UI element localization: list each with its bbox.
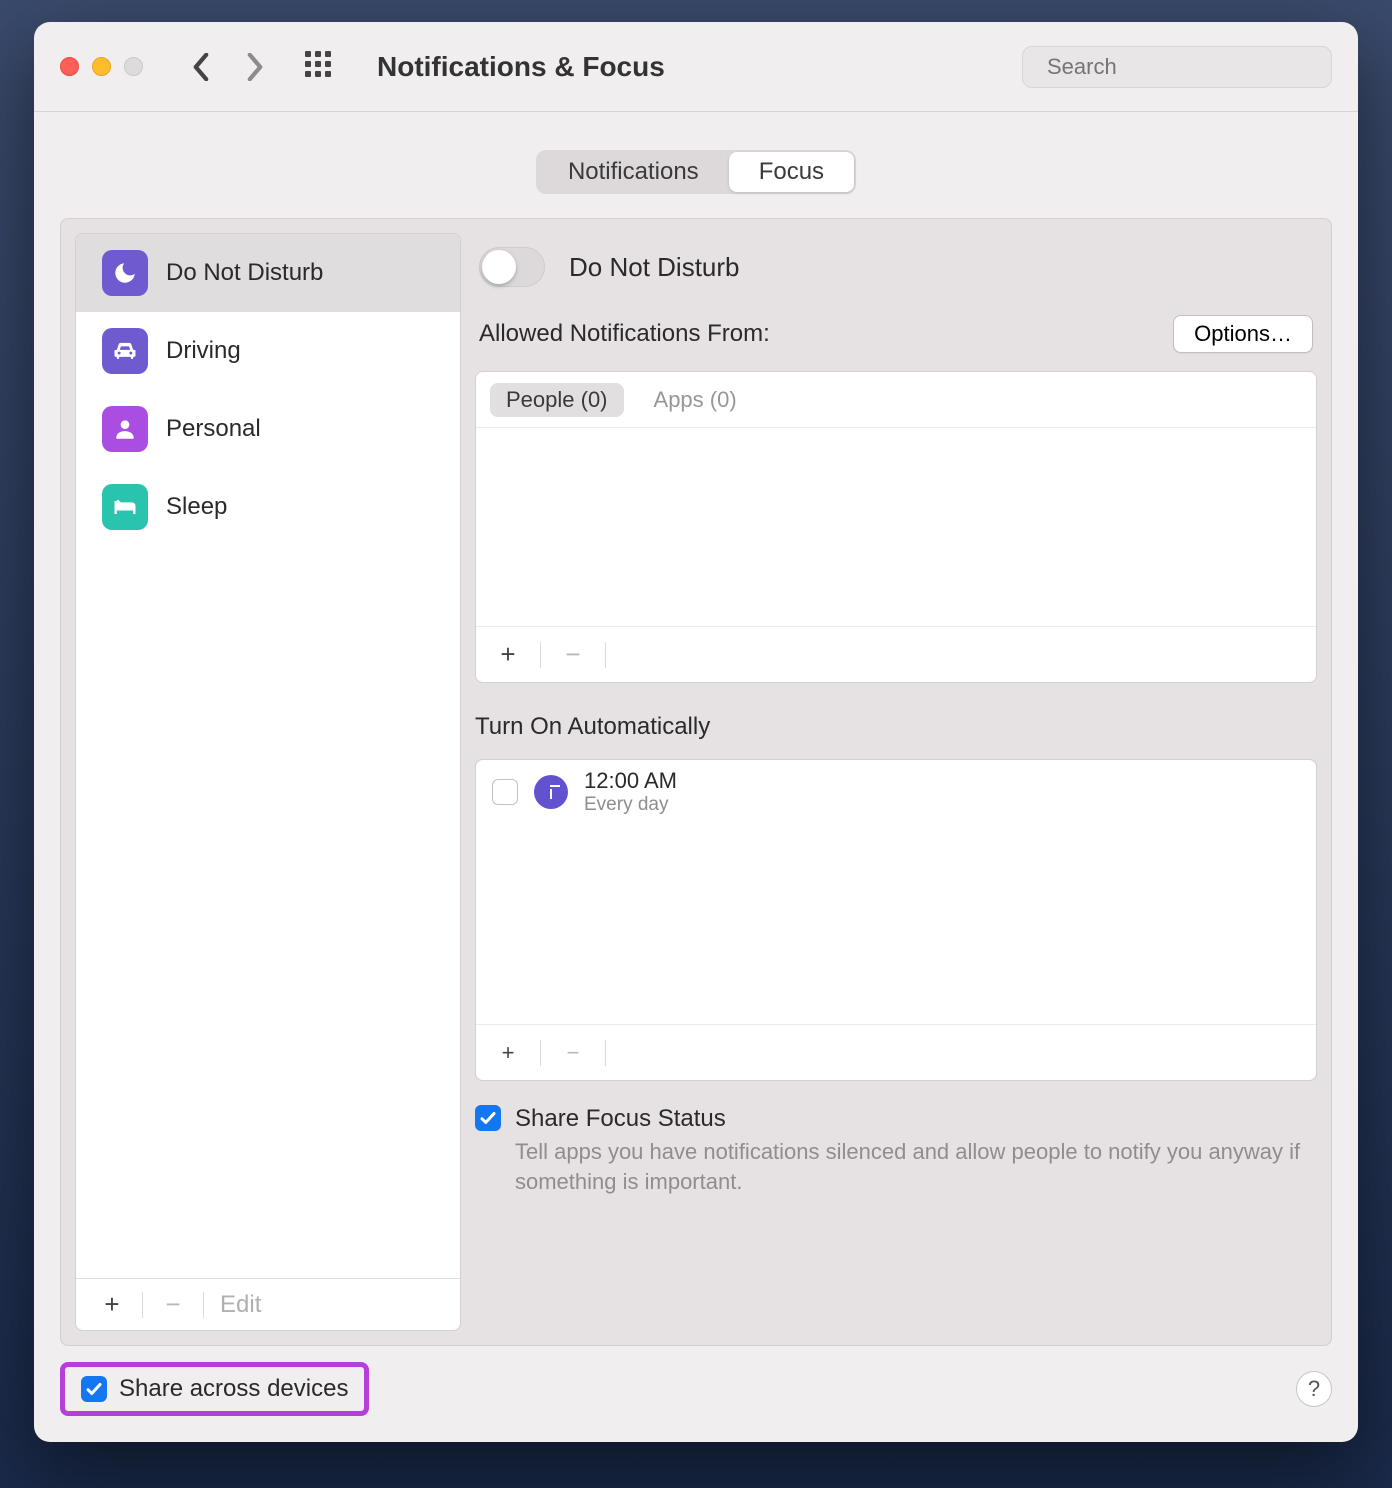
titlebar: Notifications & Focus	[34, 22, 1358, 112]
share-focus-status-checkbox[interactable]	[475, 1105, 501, 1131]
filter-tab-apps[interactable]: Apps (0)	[638, 383, 753, 417]
allowed-list-body	[476, 428, 1316, 626]
share-across-devices-checkbox[interactable]	[81, 1376, 107, 1402]
person-icon	[102, 406, 148, 452]
focus-mode-list: Do Not Disturb Driving Personal	[76, 234, 460, 1278]
help-icon: ?	[1308, 1376, 1320, 1402]
allowed-filter-tabs: People (0) Apps (0)	[476, 372, 1316, 428]
divider	[540, 1040, 541, 1066]
remove-focus-button[interactable]: −	[159, 1289, 187, 1320]
divider	[203, 1292, 204, 1318]
window-controls	[60, 57, 143, 76]
auto-schedule-checkbox[interactable]	[492, 779, 518, 805]
allowed-listbox: People (0) Apps (0) + −	[475, 371, 1317, 683]
focus-sidebar: Do Not Disturb Driving Personal	[75, 233, 461, 1331]
sidebar-item-label: Personal	[166, 415, 261, 443]
allowed-label: Allowed Notifications From:	[479, 320, 770, 348]
car-icon	[102, 328, 148, 374]
remove-schedule-button[interactable]: −	[559, 1040, 587, 1066]
filter-tab-people[interactable]: People (0)	[490, 383, 624, 417]
bottom-row: Share across devices ?	[60, 1362, 1332, 1416]
focus-detail: Do Not Disturb Allowed Notifications Fro…	[475, 233, 1317, 1331]
sidebar-item-label: Sleep	[166, 493, 227, 521]
remove-allowed-button[interactable]: −	[559, 639, 587, 670]
content: Notifications Focus Do Not Disturb	[34, 112, 1358, 1442]
help-button[interactable]: ?	[1296, 1371, 1332, 1407]
sidebar-item-dnd[interactable]: Do Not Disturb	[76, 234, 460, 312]
divider	[605, 1040, 606, 1066]
tab-notifications[interactable]: Notifications	[538, 152, 729, 192]
add-allowed-button[interactable]: +	[494, 639, 522, 670]
auto-time: 12:00 AM	[584, 768, 677, 794]
sidebar-item-label: Driving	[166, 337, 241, 365]
minimize-window-button[interactable]	[92, 57, 111, 76]
focus-pane: Do Not Disturb Driving Personal	[60, 218, 1332, 1346]
detail-title: Do Not Disturb	[569, 252, 740, 283]
nav-arrows	[185, 51, 271, 83]
share-focus-status-row: Share Focus Status Tell apps you have no…	[475, 1099, 1317, 1196]
divider	[142, 1292, 143, 1318]
check-icon	[479, 1109, 497, 1127]
back-button[interactable]	[185, 51, 217, 83]
allowed-header-row: Allowed Notifications From: Options…	[475, 315, 1317, 353]
auto-section-label: Turn On Automatically	[475, 713, 1317, 741]
forward-button[interactable]	[239, 51, 271, 83]
check-icon	[85, 1380, 103, 1398]
auto-listbox: 12:00 AM Every day + −	[475, 759, 1317, 1081]
sidebar-item-sleep[interactable]: Sleep	[76, 468, 460, 546]
sidebar-item-driving[interactable]: Driving	[76, 312, 460, 390]
bed-icon	[102, 484, 148, 530]
share-focus-status-title: Share Focus Status	[515, 1105, 1317, 1133]
edit-focus-button[interactable]: Edit	[220, 1291, 261, 1319]
sidebar-item-personal[interactable]: Personal	[76, 390, 460, 468]
auto-schedule-text: 12:00 AM Every day	[584, 768, 677, 816]
sidebar-footer: + − Edit	[76, 1278, 460, 1330]
share-across-devices-label: Share across devices	[119, 1375, 348, 1403]
close-window-button[interactable]	[60, 57, 79, 76]
dnd-toggle-row: Do Not Disturb	[475, 233, 1317, 287]
toggle-knob	[482, 250, 516, 284]
moon-icon	[102, 250, 148, 296]
divider	[605, 642, 606, 668]
auto-list-body	[476, 824, 1316, 1024]
add-focus-button[interactable]: +	[98, 1289, 126, 1320]
allowed-list-footer: + −	[476, 626, 1316, 682]
share-focus-status-text: Share Focus Status Tell apps you have no…	[515, 1105, 1317, 1196]
search-input[interactable]	[1047, 54, 1335, 80]
segmented-tabs: Notifications Focus	[536, 150, 856, 194]
window-title: Notifications & Focus	[377, 51, 1010, 83]
show-all-button[interactable]	[305, 51, 337, 83]
chevron-right-icon	[246, 53, 264, 81]
share-across-devices-row: Share across devices	[60, 1362, 369, 1416]
auto-schedule-item[interactable]: 12:00 AM Every day	[476, 760, 1316, 824]
zoom-window-button[interactable]	[124, 57, 143, 76]
auto-list-footer: + −	[476, 1024, 1316, 1080]
chevron-left-icon	[192, 53, 210, 81]
search-field[interactable]	[1022, 46, 1332, 88]
auto-repeat: Every day	[584, 794, 677, 816]
tab-focus[interactable]: Focus	[729, 152, 854, 192]
sidebar-item-label: Do Not Disturb	[166, 259, 323, 287]
clock-icon	[534, 775, 568, 809]
add-schedule-button[interactable]: +	[494, 1040, 522, 1066]
dnd-toggle[interactable]	[479, 247, 545, 287]
preferences-window: Notifications & Focus Notifications Focu…	[34, 22, 1358, 1442]
divider	[540, 642, 541, 668]
options-button[interactable]: Options…	[1173, 315, 1313, 353]
share-focus-status-desc: Tell apps you have notifications silence…	[515, 1137, 1317, 1196]
